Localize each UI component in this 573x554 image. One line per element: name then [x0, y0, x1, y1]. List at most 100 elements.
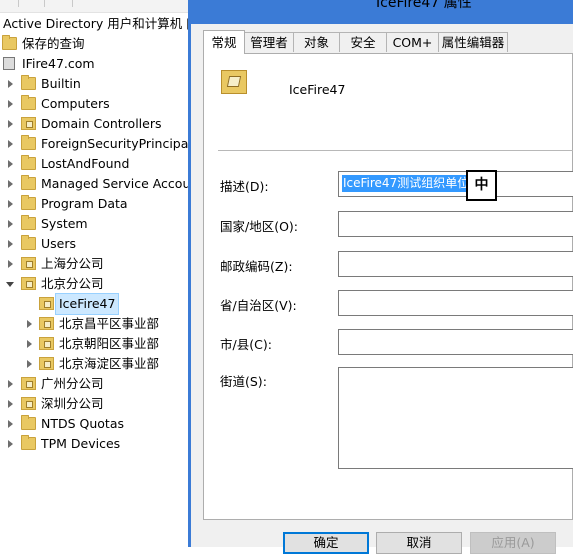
tree-item-label: TPM Devices: [41, 436, 121, 451]
expand-arrow-icon[interactable]: [8, 80, 13, 88]
city-label: 市/县(C):: [220, 337, 272, 352]
expand-arrow-icon[interactable]: [8, 180, 13, 188]
tab-object[interactable]: 对象: [293, 32, 340, 52]
street-label: 街道(S):: [220, 374, 267, 389]
tree-item-label: Domain Controllers: [41, 116, 162, 131]
state-field[interactable]: [338, 290, 573, 316]
tree-item-beijing[interactable]: 北京分公司: [0, 274, 190, 294]
zip-label: 邮政编码(Z):: [220, 259, 293, 274]
ou-icon: [21, 397, 36, 410]
expand-arrow-icon[interactable]: [8, 380, 13, 388]
tree-item-label: Program Data: [41, 196, 128, 211]
tree-item-shenzhen[interactable]: 深圳分公司: [0, 394, 190, 414]
tree-item-beijing-haidian[interactable]: 北京海淀区事业部: [0, 354, 190, 374]
description-value: IceFire47测试组织单位: [342, 175, 471, 192]
expand-arrow-icon[interactable]: [8, 200, 13, 208]
folder-icon: [21, 435, 36, 450]
console-tree: Active Directory 用户和计算机 [W 保存的查询 IFire47…: [0, 0, 190, 547]
cancel-button[interactable]: 取消: [376, 532, 462, 554]
expand-arrow-icon[interactable]: [27, 360, 32, 368]
tree-item-label: Builtin: [41, 76, 81, 91]
tree-item-beijing-chaoyang[interactable]: 北京朝阳区事业部: [0, 334, 190, 354]
expand-arrow-icon[interactable]: [27, 340, 32, 348]
ou-object-icon: [221, 70, 247, 94]
folder-icon: [21, 155, 36, 170]
dialog-body: 常规 管理者 对象 安全 COM+ 属性编辑器 IceFire47 描述(D):…: [191, 24, 573, 547]
tree-item-system[interactable]: System: [0, 214, 190, 234]
expand-arrow-icon[interactable]: [27, 320, 32, 328]
city-field[interactable]: [338, 329, 573, 355]
tree-item-builtin[interactable]: Builtin: [0, 74, 190, 94]
state-label: 省/自治区(V):: [220, 298, 297, 313]
folder-icon: [21, 135, 36, 150]
country-label: 国家/地区(O):: [220, 219, 299, 234]
expand-arrow-icon[interactable]: [8, 440, 13, 448]
description-label: 描述(D):: [220, 179, 269, 194]
tree-item-beijing-changping[interactable]: 北京昌平区事业部: [0, 314, 190, 334]
tree-item-users[interactable]: Users: [0, 234, 190, 254]
folder-icon: [21, 215, 36, 230]
expand-arrow-icon[interactable]: [8, 220, 13, 228]
tree-item-lost-and-found[interactable]: LostAndFound: [0, 154, 190, 174]
ou-icon: [39, 357, 54, 370]
ou-icon: [39, 317, 54, 330]
tree-item-ntds-quotas[interactable]: NTDS Quotas: [0, 414, 190, 434]
dialog-titlebar[interactable]: IceFire47 属性: [188, 0, 573, 24]
ou-icon: [21, 377, 36, 390]
ou-icon: [21, 117, 36, 130]
tree-item-shanghai[interactable]: 上海分公司: [0, 254, 190, 274]
folder-icon: [21, 195, 36, 210]
folder-icon: [21, 75, 36, 90]
zip-field[interactable]: [338, 251, 573, 277]
tree-item-label: 上海分公司: [41, 256, 104, 271]
ou-icon: [39, 337, 54, 350]
tab-general[interactable]: 常规: [203, 30, 245, 54]
tree-item-label: ForeignSecurityPrincipals: [41, 136, 190, 151]
tree-item-guangzhou[interactable]: 广州分公司: [0, 374, 190, 394]
expand-arrow-icon[interactable]: [8, 140, 13, 148]
tree-item-tpm-devices[interactable]: TPM Devices: [0, 434, 190, 454]
apply-button[interactable]: 应用(A): [470, 532, 556, 554]
tree-item-label: 北京分公司: [41, 276, 104, 291]
collapse-arrow-icon[interactable]: [6, 282, 14, 287]
tree-item-label: Managed Service Accoun: [41, 176, 190, 191]
tree-item-computers[interactable]: Computers: [0, 94, 190, 114]
folder-icon: [21, 175, 36, 190]
street-field[interactable]: [338, 367, 573, 469]
ou-icon: [39, 297, 54, 310]
tree-item-label: 深圳分公司: [41, 396, 104, 411]
domain-icon: [3, 57, 15, 70]
tree-item-icefire47[interactable]: IceFire47: [0, 293, 190, 315]
tree-item-managed-service-accounts[interactable]: Managed Service Accoun: [0, 174, 190, 194]
expand-arrow-icon[interactable]: [8, 160, 13, 168]
tab-com-plus[interactable]: COM+: [386, 32, 439, 52]
tree-item-label: NTDS Quotas: [41, 416, 125, 431]
object-name: IceFire47: [289, 82, 346, 97]
expand-arrow-icon[interactable]: [8, 100, 13, 108]
tree-item-label: 北京海淀区事业部: [59, 356, 160, 371]
tree-item-label: Users: [41, 236, 77, 251]
tree-item-label: LostAndFound: [41, 156, 130, 171]
tree-item-label: Computers: [41, 96, 110, 111]
expand-arrow-icon[interactable]: [8, 400, 13, 408]
folder-icon: [21, 95, 36, 110]
ou-icon: [21, 257, 36, 270]
expand-arrow-icon[interactable]: [8, 420, 13, 428]
folder-icon: [21, 235, 36, 250]
tab-attribute-editor[interactable]: 属性编辑器: [438, 32, 508, 52]
ime-mode-indicator: 中: [466, 170, 497, 201]
separator: [218, 150, 573, 151]
expand-arrow-icon[interactable]: [8, 120, 13, 128]
tab-managed-by[interactable]: 管理者: [244, 32, 294, 52]
toolbar-strip: [0, 0, 190, 13]
folder-icon: [21, 415, 36, 430]
tab-security[interactable]: 安全: [339, 32, 387, 52]
expand-arrow-icon[interactable]: [8, 260, 13, 268]
country-field[interactable]: [338, 211, 573, 237]
description-field[interactable]: IceFire47测试组织单位: [338, 171, 573, 197]
expand-arrow-icon[interactable]: [8, 240, 13, 248]
tree-item-domain-controllers[interactable]: Domain Controllers: [0, 114, 190, 134]
ok-button[interactable]: 确定: [283, 532, 369, 554]
tree-item-foreign-security-principals[interactable]: ForeignSecurityPrincipals: [0, 134, 190, 154]
tree-item-program-data[interactable]: Program Data: [0, 194, 190, 214]
